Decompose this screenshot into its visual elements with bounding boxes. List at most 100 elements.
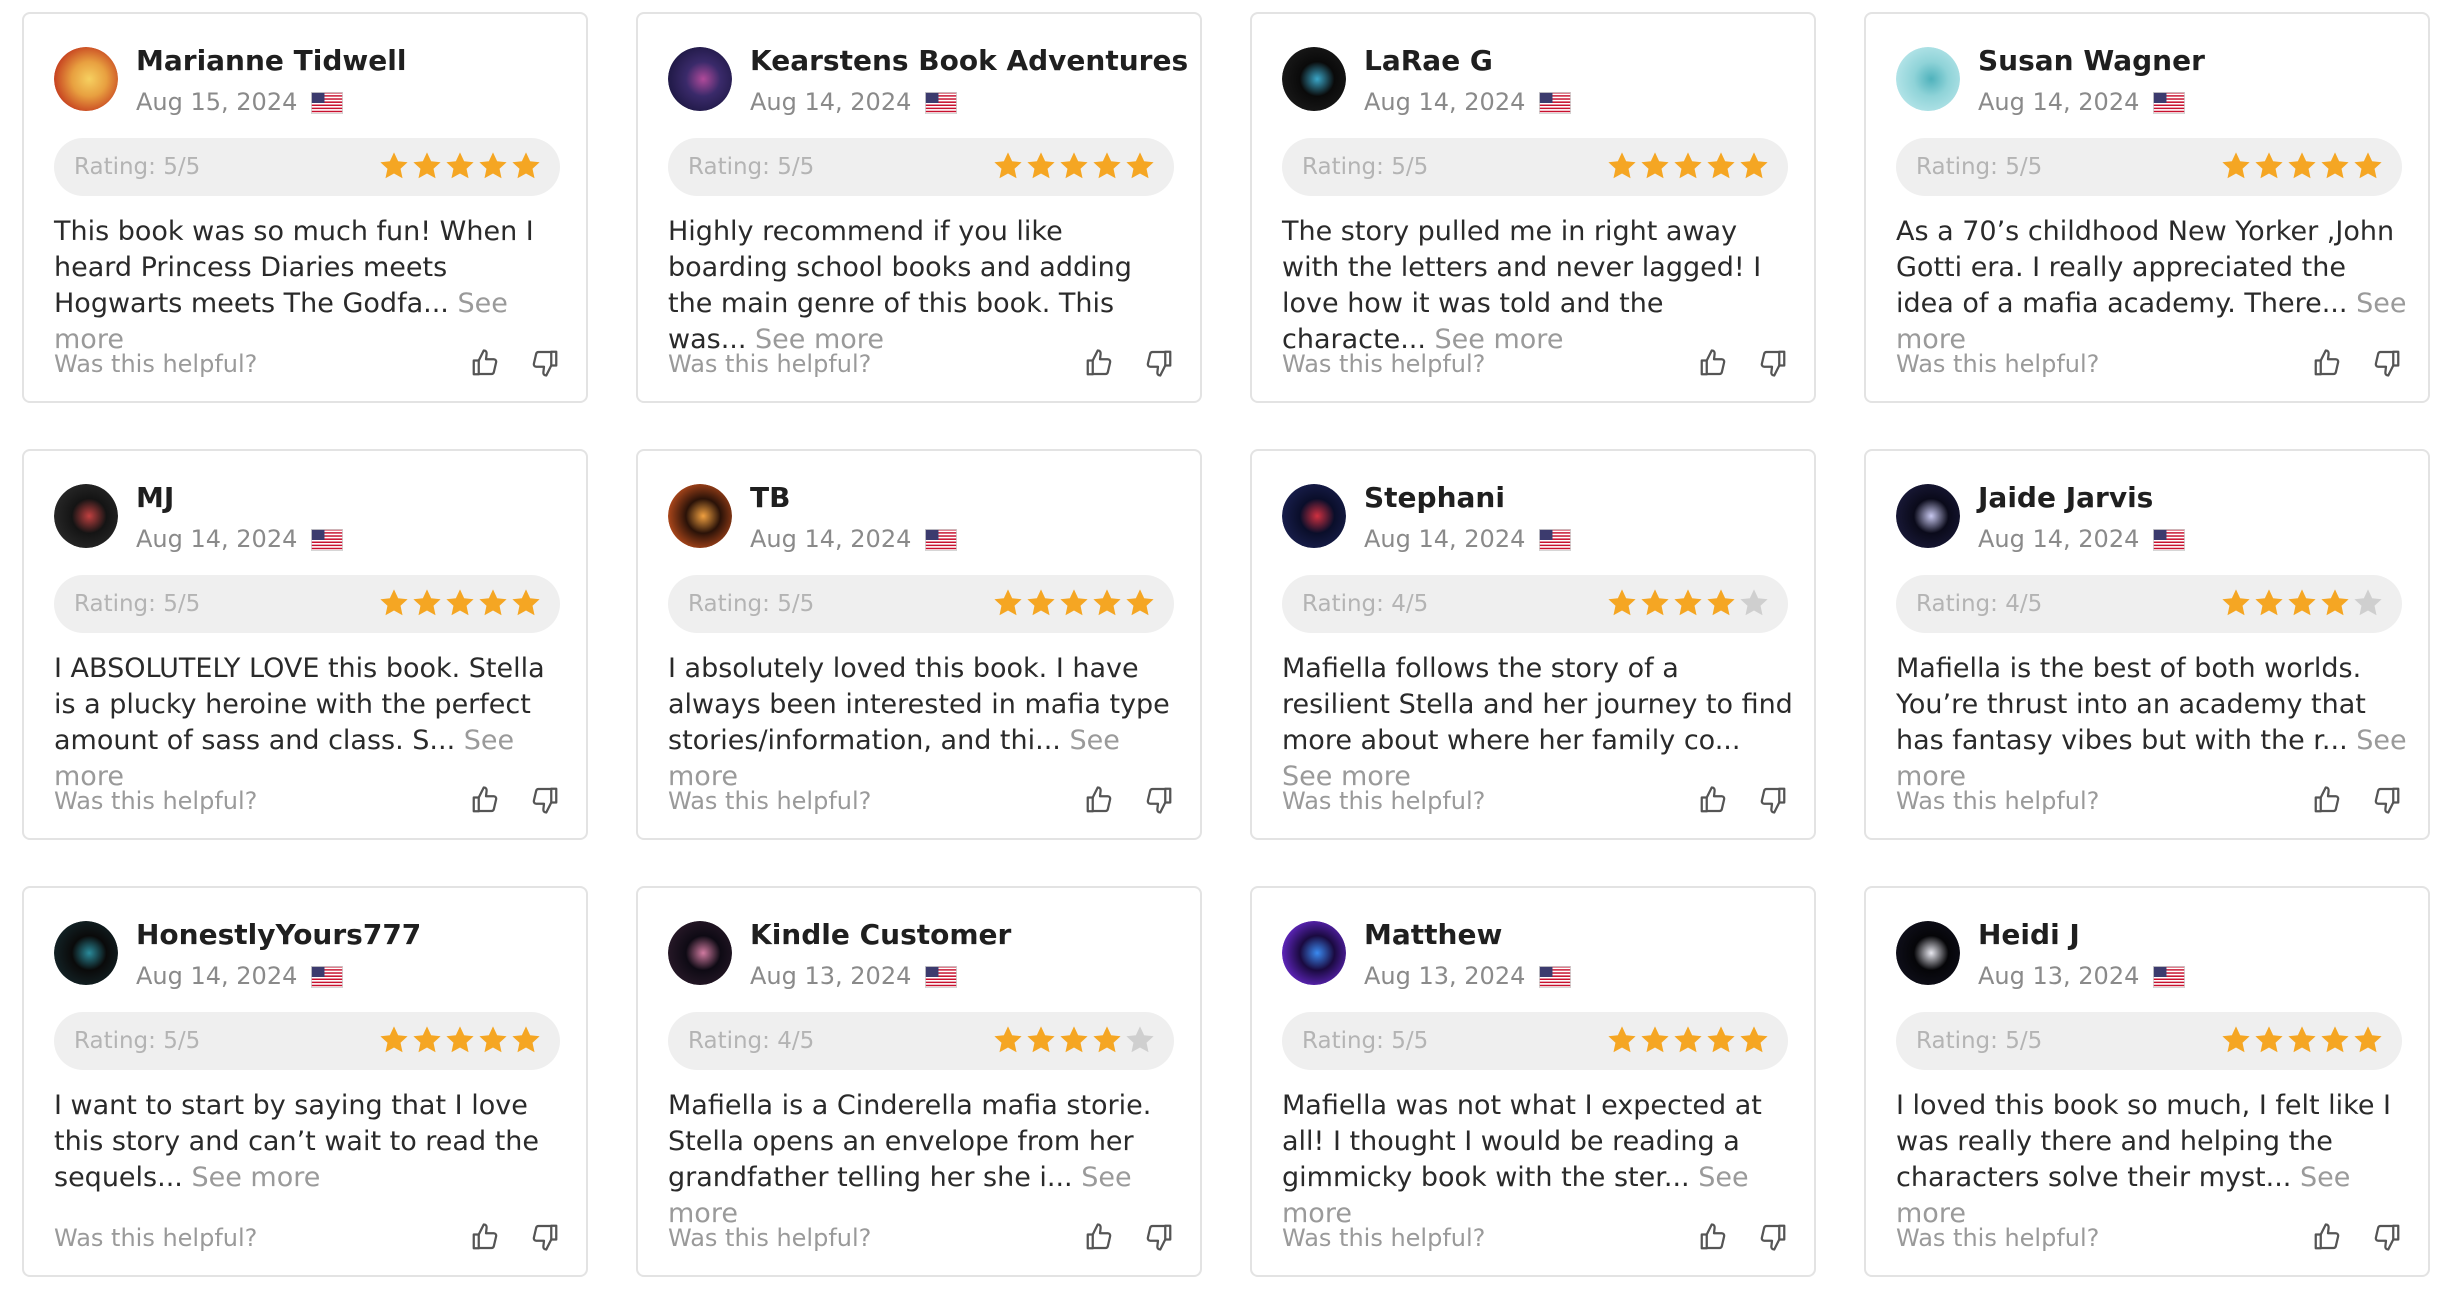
review-date: Aug 14, 2024	[1364, 88, 1526, 116]
rating-bar: Rating: 5/5	[54, 575, 560, 633]
star-filled-icon	[1060, 589, 1088, 616]
star-empty-icon	[1126, 1026, 1154, 1053]
star-filled-icon	[1027, 152, 1055, 179]
thumbs-down-icon[interactable]	[530, 785, 560, 815]
avatar	[668, 47, 732, 111]
rating-bar: Rating: 5/5	[668, 575, 1174, 633]
star-rating	[2219, 150, 2384, 184]
thumbs-down-icon[interactable]	[2372, 1222, 2402, 1252]
star-filled-icon	[446, 1026, 474, 1053]
star-filled-icon	[2288, 152, 2316, 179]
rating-bar: Rating: 4/5	[668, 1012, 1174, 1070]
avatar	[668, 484, 732, 548]
thumbs-down-icon[interactable]	[530, 348, 560, 378]
rating-text: Rating: 5/5	[1916, 1028, 2043, 1054]
rating-text: Rating: 5/5	[1302, 1028, 1429, 1054]
star-filled-icon	[512, 589, 540, 616]
star-filled-icon	[2321, 152, 2349, 179]
review-text: I ABSOLUTELY LOVE this book. Stella is a…	[54, 651, 566, 795]
thumbs-down-icon[interactable]	[1758, 348, 1788, 378]
star-filled-icon	[1608, 152, 1636, 179]
star-filled-icon	[1740, 152, 1768, 179]
rating-text: Rating: 5/5	[1916, 154, 2043, 180]
review-date: Aug 15, 2024	[136, 88, 298, 116]
thumbs-up-icon[interactable]	[1084, 348, 1114, 378]
star-filled-icon	[1060, 152, 1088, 179]
star-filled-icon	[2288, 1026, 2316, 1053]
avatar	[1896, 47, 1960, 111]
review-card: HonestlyYours777 Aug 14, 2024 Rating: 5/5 I…	[22, 886, 588, 1277]
star-rating	[1605, 587, 1770, 621]
rating-bar: Rating: 5/5	[668, 138, 1174, 196]
star-filled-icon	[2222, 1026, 2250, 1053]
review-excerpt: Mafiella is the best of both worlds. You…	[1896, 653, 2366, 756]
star-filled-icon	[380, 1026, 408, 1053]
star-filled-icon	[2222, 152, 2250, 179]
star-filled-icon	[2255, 152, 2283, 179]
rating-text: Rating: 5/5	[688, 154, 815, 180]
thumbs-down-icon[interactable]	[2372, 785, 2402, 815]
star-filled-icon	[446, 152, 474, 179]
review-date: Aug 13, 2024	[1364, 962, 1526, 990]
reviewer-name: HonestlyYours777	[136, 918, 422, 951]
star-filled-icon	[1740, 1026, 1768, 1053]
thumbs-up-icon[interactable]	[1698, 1222, 1728, 1252]
review-card: Marianne Tidwell Aug 15, 2024 Rating: 5/5 T…	[22, 12, 588, 403]
thumbs-up-icon[interactable]	[1698, 785, 1728, 815]
star-filled-icon	[1707, 1026, 1735, 1053]
rating-bar: Rating: 5/5	[1896, 1012, 2402, 1070]
avatar	[668, 921, 732, 985]
helpful-prompt: Was this helpful?	[1282, 787, 1486, 815]
thumbs-down-icon[interactable]	[530, 1222, 560, 1252]
review-date: Aug 14, 2024	[1364, 525, 1526, 553]
star-filled-icon	[413, 589, 441, 616]
review-date: Aug 13, 2024	[1978, 962, 2140, 990]
thumbs-up-icon[interactable]	[1084, 1222, 1114, 1252]
star-filled-icon	[2255, 1026, 2283, 1053]
review-text: Mafiella is a Cinderella mafia storie. S…	[668, 1088, 1180, 1232]
star-filled-icon	[994, 1026, 1022, 1053]
thumbs-down-icon[interactable]	[1758, 1222, 1788, 1252]
star-filled-icon	[1093, 589, 1121, 616]
thumbs-up-icon[interactable]	[470, 785, 500, 815]
thumbs-down-icon[interactable]	[1144, 1222, 1174, 1252]
review-date: Aug 14, 2024	[1978, 525, 2140, 553]
review-excerpt: Mafiella follows the story of a resilien…	[1282, 653, 1793, 756]
thumbs-up-icon[interactable]	[2312, 785, 2342, 815]
star-rating	[991, 1024, 1156, 1058]
star-rating	[991, 150, 1156, 184]
star-filled-icon	[380, 589, 408, 616]
thumbs-down-icon[interactable]	[1144, 348, 1174, 378]
star-rating	[1605, 150, 1770, 184]
thumbs-down-icon[interactable]	[1144, 785, 1174, 815]
star-filled-icon	[479, 152, 507, 179]
review-card: Matthew Aug 13, 2024 Rating: 5/5 Mafiella w…	[1250, 886, 1816, 1277]
thumbs-up-icon[interactable]	[470, 348, 500, 378]
thumbs-up-icon[interactable]	[2312, 1222, 2342, 1252]
thumbs-down-icon[interactable]	[2372, 348, 2402, 378]
thumbs-up-icon[interactable]	[470, 1222, 500, 1252]
avatar	[54, 47, 118, 111]
rating-bar: Rating: 5/5	[1282, 138, 1788, 196]
see-more-link[interactable]: See more	[191, 1162, 320, 1193]
review-text: Mafiella was not what I expected at all!…	[1282, 1088, 1794, 1232]
helpful-prompt: Was this helpful?	[1896, 350, 2100, 378]
review-card: Jaide Jarvis Aug 14, 2024 Rating: 4/5 Mafie…	[1864, 449, 2430, 840]
star-filled-icon	[1027, 1026, 1055, 1053]
thumbs-down-icon[interactable]	[1758, 785, 1788, 815]
star-filled-icon	[1126, 152, 1154, 179]
thumbs-up-icon[interactable]	[2312, 348, 2342, 378]
helpful-prompt: Was this helpful?	[54, 1224, 258, 1252]
thumbs-up-icon[interactable]	[1698, 348, 1728, 378]
thumbs-up-icon[interactable]	[1084, 785, 1114, 815]
review-text: This book was so much fun! When I heard …	[54, 214, 566, 358]
review-text: Mafiella follows the story of a resilien…	[1282, 651, 1794, 795]
star-filled-icon	[446, 589, 474, 616]
avatar	[1282, 484, 1346, 548]
star-filled-icon	[994, 152, 1022, 179]
review-text: The story pulled me in right away with t…	[1282, 214, 1794, 358]
avatar	[1282, 47, 1346, 111]
star-filled-icon	[1641, 1026, 1669, 1053]
star-filled-icon	[479, 1026, 507, 1053]
rating-bar: Rating: 5/5	[54, 1012, 560, 1070]
